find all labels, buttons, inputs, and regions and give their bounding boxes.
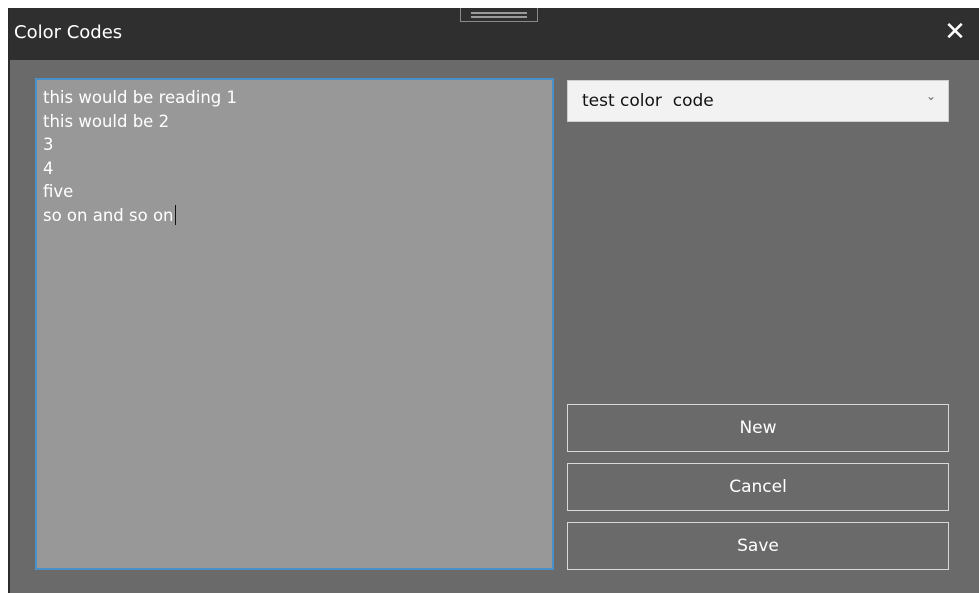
window-title: Color Codes: [14, 22, 123, 43]
text-line-last: so on and so on: [43, 204, 546, 228]
color-codes-text-area[interactable]: this would be reading 1 this would be 2 …: [35, 78, 554, 570]
cancel-button[interactable]: Cancel: [567, 463, 949, 511]
drag-handle-icon[interactable]: [460, 8, 538, 22]
title-bar[interactable]: Color Codes ✕: [10, 8, 979, 60]
color-codes-window: Color Codes ✕ this would be reading 1 th…: [8, 8, 979, 593]
new-button[interactable]: New: [567, 404, 949, 452]
save-button[interactable]: Save: [567, 522, 949, 570]
text-line: five: [43, 182, 74, 201]
text-line-content: so on and so on: [43, 205, 174, 225]
text-line: 4: [43, 158, 54, 178]
text-line: 3: [43, 135, 54, 154]
text-caret: [174, 204, 176, 225]
chevron-down-icon[interactable]: ⌄: [926, 89, 936, 103]
text-line: this would be 2: [43, 111, 170, 131]
text-line: this would be reading 1: [43, 88, 237, 107]
color-code-select-value: test color code: [582, 91, 714, 111]
color-code-select[interactable]: test color code ⌄: [567, 80, 949, 122]
close-icon[interactable]: ✕: [941, 18, 969, 46]
